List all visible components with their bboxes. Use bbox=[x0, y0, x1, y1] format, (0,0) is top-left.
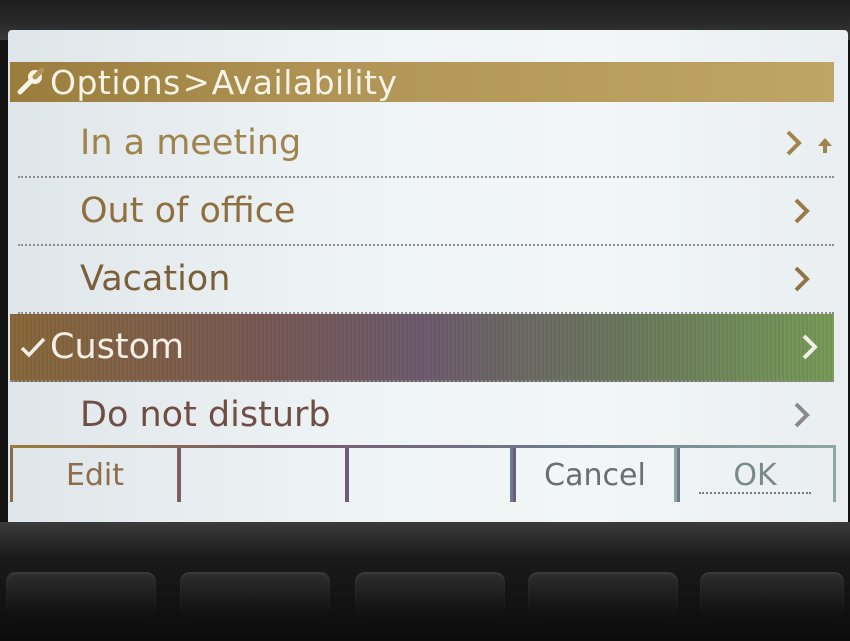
hardware-softkey-5[interactable] bbox=[700, 572, 844, 622]
title-bar: Options > Availability bbox=[10, 62, 834, 102]
blank-softkey-1[interactable] bbox=[178, 448, 348, 502]
breadcrumb-parent: Options bbox=[50, 62, 181, 102]
blank-softkey-2[interactable] bbox=[346, 448, 516, 502]
softkey-label: Cancel bbox=[544, 457, 646, 493]
menu-item-label: In a meeting bbox=[80, 123, 302, 163]
hardware-softkey-4[interactable] bbox=[528, 572, 678, 622]
hardware-softkey-3[interactable] bbox=[355, 572, 505, 622]
scroll-up-icon bbox=[818, 138, 832, 153]
wrench-icon bbox=[10, 67, 50, 97]
chevron-right-icon bbox=[794, 266, 810, 292]
chevron-right-icon bbox=[802, 334, 818, 360]
cancel-softkey[interactable]: Cancel bbox=[510, 448, 680, 502]
chevron-right-icon bbox=[794, 402, 810, 428]
menu-item-custom[interactable]: Custom bbox=[10, 314, 834, 382]
checkmark-icon bbox=[20, 337, 46, 358]
hardware-softkey-1[interactable] bbox=[6, 572, 156, 622]
breadcrumb-current: Availability bbox=[211, 62, 398, 102]
ok-softkey[interactable]: OK bbox=[674, 448, 836, 502]
default-focus-underline bbox=[699, 492, 811, 494]
menu-item-do-not-disturb[interactable]: Do not disturb bbox=[18, 382, 834, 448]
menu-item-vacation[interactable]: Vacation bbox=[18, 246, 834, 314]
menu-item-label: Vacation bbox=[80, 259, 231, 299]
chevron-right-icon bbox=[786, 130, 802, 156]
edit-softkey[interactable]: Edit bbox=[10, 448, 180, 502]
softkey-label: OK bbox=[733, 457, 777, 493]
breadcrumb-separator: > bbox=[182, 63, 210, 101]
menu-item-out-of-office[interactable]: Out of office bbox=[18, 178, 834, 246]
availability-menu: In a meeting Out of office Vacation Cust… bbox=[10, 110, 834, 448]
menu-item-label: Do not disturb bbox=[80, 395, 331, 435]
softkey-bar: Edit Cancel OK bbox=[10, 445, 836, 504]
menu-item-in-a-meeting[interactable]: In a meeting bbox=[18, 110, 834, 178]
softkey-label: Edit bbox=[65, 457, 125, 493]
chevron-right-icon bbox=[794, 198, 810, 224]
menu-item-label: Custom bbox=[50, 327, 185, 367]
hardware-softkey-2[interactable] bbox=[180, 572, 330, 622]
menu-item-label: Out of office bbox=[80, 191, 296, 231]
